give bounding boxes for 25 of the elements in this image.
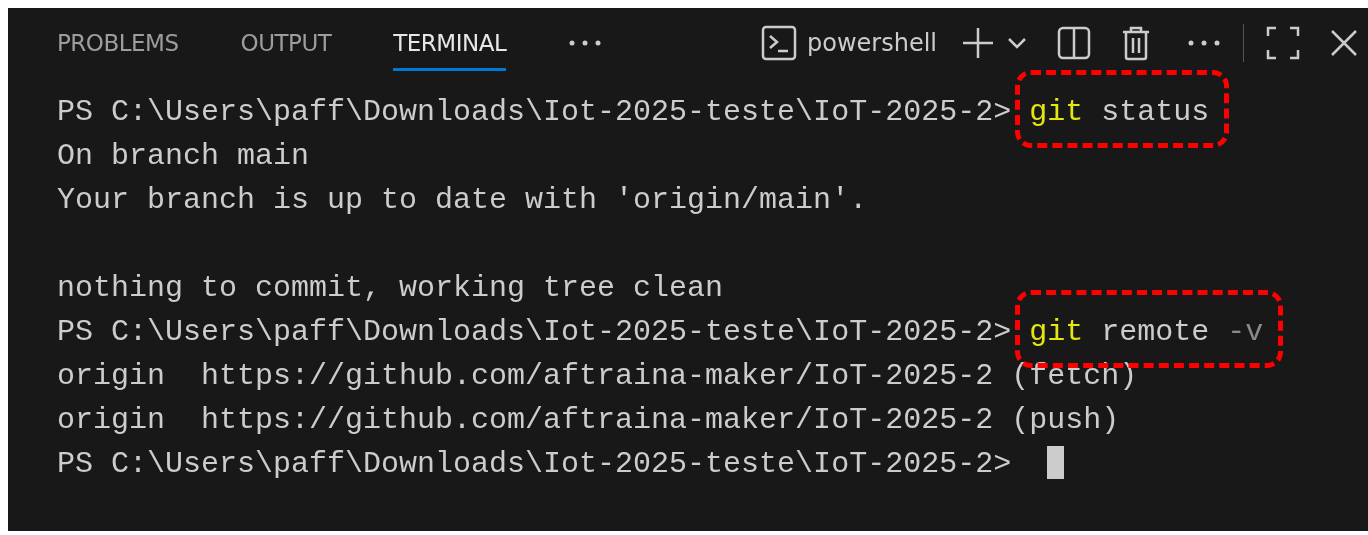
terminal-icon [761, 25, 797, 61]
output-text: Your branch is up to date with 'origin/main'. [57, 183, 868, 217]
command-text: -v [1227, 315, 1264, 349]
prompt-text: PS C:\Users\paff\Downloads\Iot-2025-teste\IoT-2025-2> [57, 315, 1012, 349]
prompt-text: PS C:\Users\paff\Downloads\Iot-2025-teste\IoT-2025-2> [57, 447, 1012, 481]
command-text: remote [1101, 315, 1210, 349]
prompt-text: PS C:\Users\paff\Downloads\Iot-2025-teste\IoT-2025-2> [57, 95, 1012, 129]
chevron-down-icon[interactable] [1007, 37, 1027, 49]
more-icon[interactable] [1187, 39, 1221, 47]
terminal-selector[interactable]: powershell [761, 25, 937, 61]
maximize-icon[interactable] [1266, 26, 1300, 60]
more-icon[interactable] [568, 39, 603, 47]
split-icon[interactable] [1057, 26, 1091, 60]
panel-tab[interactable]: TERMINAL [393, 15, 507, 71]
trash-icon[interactable] [1121, 25, 1151, 61]
output-text: nothing to commit, working tree clean [57, 271, 724, 305]
plus-icon[interactable] [961, 26, 995, 60]
command-text: git [1029, 315, 1084, 349]
close-icon[interactable] [1330, 29, 1358, 57]
command-text: git [1029, 95, 1084, 129]
panel-tab[interactable]: PROBLEMS [57, 15, 179, 71]
panel-tab[interactable]: OUTPUT [240, 15, 332, 71]
output-text: origin https://github.com/aftraina-maker/IoT-2025-2 (push) [57, 403, 1120, 437]
output-text: On branch main [57, 139, 310, 173]
command-text: status [1101, 95, 1210, 129]
